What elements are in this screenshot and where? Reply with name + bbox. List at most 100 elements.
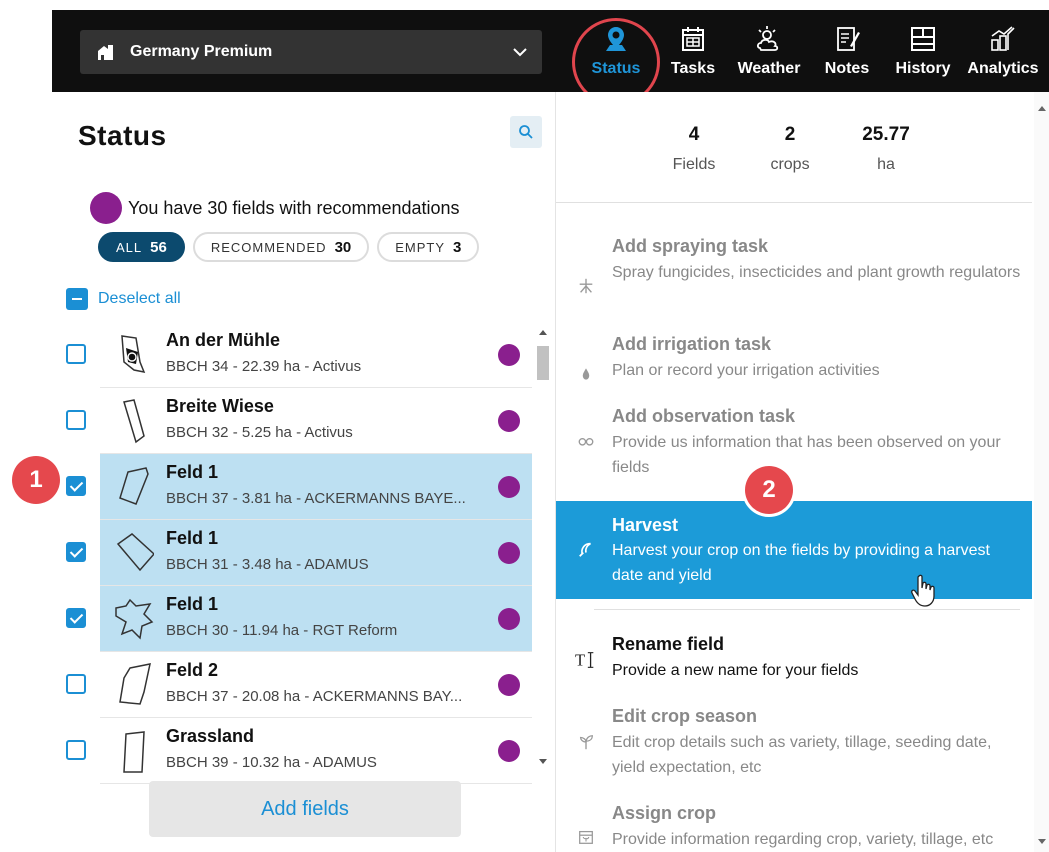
field-checkbox[interactable] — [66, 542, 86, 562]
tab-tasks[interactable]: Tasks — [660, 10, 726, 92]
field-checkbox[interactable] — [66, 674, 86, 694]
farm-name: Germany Premium — [130, 43, 273, 60]
field-checkbox[interactable] — [66, 410, 86, 430]
stat-value: 2 — [784, 124, 796, 145]
action-description: Edit crop details such as variety, tilla… — [612, 734, 992, 776]
field-row-body[interactable]: An der Mühle BBCH 34 - 22.39 ha - Activu… — [100, 322, 532, 388]
recommendation-dot — [498, 344, 520, 366]
hand-pointer-icon — [911, 574, 935, 607]
action-assign-crop[interactable]: Assign crop Provide information regardin… — [556, 803, 1032, 852]
field-meta: BBCH 31 - 3.48 ha - ADAMUS — [166, 556, 369, 573]
field-shape-icon — [123, 399, 145, 444]
field-name: Feld 1 — [166, 462, 219, 482]
recommendation-dot — [90, 192, 122, 224]
actions-scrollbar[interactable] — [1034, 92, 1049, 852]
field-checkbox[interactable] — [66, 740, 86, 760]
field-row-body[interactable]: Feld 1 BBCH 30 - 11.94 ha - RGT Reform — [100, 586, 532, 652]
scroll-down-arrow[interactable] — [1038, 839, 1046, 844]
field-row[interactable]: Feld 1 BBCH 30 - 11.94 ha - RGT Reform — [52, 586, 532, 652]
sprout-icon — [574, 730, 598, 754]
field-name: Feld 1 — [166, 594, 219, 614]
text-cursor-icon: T — [574, 648, 598, 672]
farm-selector[interactable]: Germany Premium — [80, 30, 542, 74]
field-meta: BBCH 37 - 20.08 ha - ACKERMANNS BAY... — [166, 688, 463, 705]
page-title: Status — [78, 120, 167, 151]
tab-status[interactable]: Status — [572, 10, 660, 92]
filter-all[interactable]: ALL 56 — [98, 232, 185, 262]
scroll-up-arrow[interactable] — [1038, 106, 1046, 111]
action-add-observation-task[interactable]: Add observation task Provide us informat… — [556, 406, 1032, 486]
field-row[interactable]: Feld 1 BBCH 31 - 3.48 ha - ADAMUS — [52, 520, 532, 586]
recommendation-text: You have 30 fields with recommendations — [128, 197, 460, 218]
filter-all-count: 56 — [150, 238, 167, 256]
tab-history-label: History — [895, 60, 951, 77]
weather-icon — [756, 26, 779, 51]
water-drop-icon — [574, 362, 598, 386]
field-checkbox[interactable] — [66, 608, 86, 628]
field-row-body[interactable]: Feld 1 BBCH 31 - 3.48 ha - ADAMUS — [100, 520, 532, 586]
tab-weather-label: Weather — [737, 60, 801, 77]
field-name: Grassland — [166, 726, 255, 746]
field-row-body[interactable]: Breite Wiese BBCH 32 - 5.25 ha - Activus — [100, 388, 532, 454]
field-list-panel: Status You have 30 fields with recommend… — [52, 92, 556, 852]
field-shape-icon — [123, 731, 145, 773]
filter-all-label: ALL — [116, 239, 143, 255]
main-nav: Status Tasks Weather Notes History Analy… — [572, 10, 1042, 92]
action-title: Edit crop season — [612, 706, 758, 726]
filter-recommended[interactable]: RECOMMENDED 30 — [192, 232, 370, 262]
field-row[interactable]: Feld 2 BBCH 37 - 20.08 ha - ACKERMANNS B… — [52, 652, 532, 718]
action-add-irrigation-task[interactable]: Add irrigation task Plan or record your … — [556, 334, 1032, 384]
svg-text:T: T — [575, 651, 585, 670]
field-list-scrollbar[interactable] — [534, 322, 552, 772]
field-meta: BBCH 32 - 5.25 ha - Activus — [166, 424, 353, 441]
field-row-body[interactable]: Grassland BBCH 39 - 10.32 ha - ADAMUS — [100, 718, 532, 784]
filter-empty-label: EMPTY — [395, 239, 446, 255]
field-row[interactable]: An der Mühle BBCH 34 - 22.39 ha - Activu… — [52, 322, 532, 388]
field-row-body[interactable]: Feld 1 BBCH 37 - 3.81 ha - ACKERMANNS BA… — [100, 454, 532, 520]
action-description: Harvest your crop on the fields by provi… — [612, 542, 990, 584]
field-row[interactable]: Breite Wiese BBCH 32 - 5.25 ha - Activus — [52, 388, 532, 454]
field-meta: BBCH 37 - 3.81 ha - ACKERMANNS BAYE... — [166, 490, 466, 507]
search-button[interactable] — [510, 116, 542, 148]
field-name: An der Mühle — [166, 330, 281, 350]
stat-value: 25.77 — [862, 124, 910, 145]
field-checkbox[interactable] — [66, 476, 86, 496]
action-description: Provide us information that has been obs… — [612, 434, 1001, 476]
action-harvest[interactable]: Harvest Harvest your crop on the fields … — [556, 501, 1032, 599]
search-icon — [519, 125, 533, 139]
field-row[interactable]: Grassland BBCH 39 - 10.32 ha - ADAMUS — [52, 718, 532, 784]
tab-history[interactable]: History — [882, 10, 964, 92]
tab-tasks-label: Tasks — [670, 60, 716, 77]
notes-icon — [837, 27, 860, 51]
tab-weather[interactable]: Weather — [726, 10, 812, 92]
scroll-down-arrow[interactable] — [539, 759, 547, 764]
field-row-body[interactable]: Feld 2 BBCH 37 - 20.08 ha - ACKERMANNS B… — [100, 652, 532, 718]
recommendation-notice: You have 30 fields with recommendations — [90, 192, 460, 224]
action-edit-crop-season[interactable]: Edit crop season Edit crop details such … — [556, 706, 1032, 786]
stat-label: crops — [770, 156, 810, 173]
filter-empty[interactable]: EMPTY 3 — [377, 232, 480, 262]
deselect-all-label: Deselect all — [98, 290, 181, 307]
field-row[interactable]: Feld 1 BBCH 37 - 3.81 ha - ACKERMANNS BA… — [52, 454, 532, 520]
tab-notes[interactable]: Notes — [812, 10, 882, 92]
scroll-thumb[interactable] — [537, 346, 549, 380]
recommendation-dot — [498, 476, 520, 498]
app-frame: Germany Premium Status Tasks Weather Not… — [52, 10, 1049, 852]
stat-area: 25.77 ha — [838, 124, 934, 174]
add-fields-button[interactable]: Add fields — [149, 781, 461, 837]
scroll-up-arrow[interactable] — [539, 330, 547, 335]
action-description: Provide a new name for your fields — [612, 662, 859, 679]
action-title: Assign crop — [612, 803, 717, 823]
actions-panel: 4 Fields 2 crops 25.77 ha Add spraying task… — [556, 92, 1049, 852]
action-rename-field[interactable]: T Rename field Provide a new name for yo… — [556, 634, 1032, 684]
field-checkbox[interactable] — [66, 344, 86, 364]
deselect-checkbox-icon — [66, 288, 88, 310]
tab-analytics[interactable]: Analytics — [964, 10, 1042, 92]
farm-icon — [96, 42, 116, 62]
filter-chips: ALL 56 RECOMMENDED 30 EMPTY 3 — [98, 232, 480, 262]
map-pin-icon — [606, 27, 626, 51]
binoculars-icon — [574, 428, 598, 452]
action-add-spraying-task[interactable]: Add spraying task Spray fungicides, inse… — [556, 236, 1032, 316]
filter-recommended-count: 30 — [334, 238, 352, 256]
deselect-all-button[interactable]: Deselect all — [66, 288, 181, 310]
